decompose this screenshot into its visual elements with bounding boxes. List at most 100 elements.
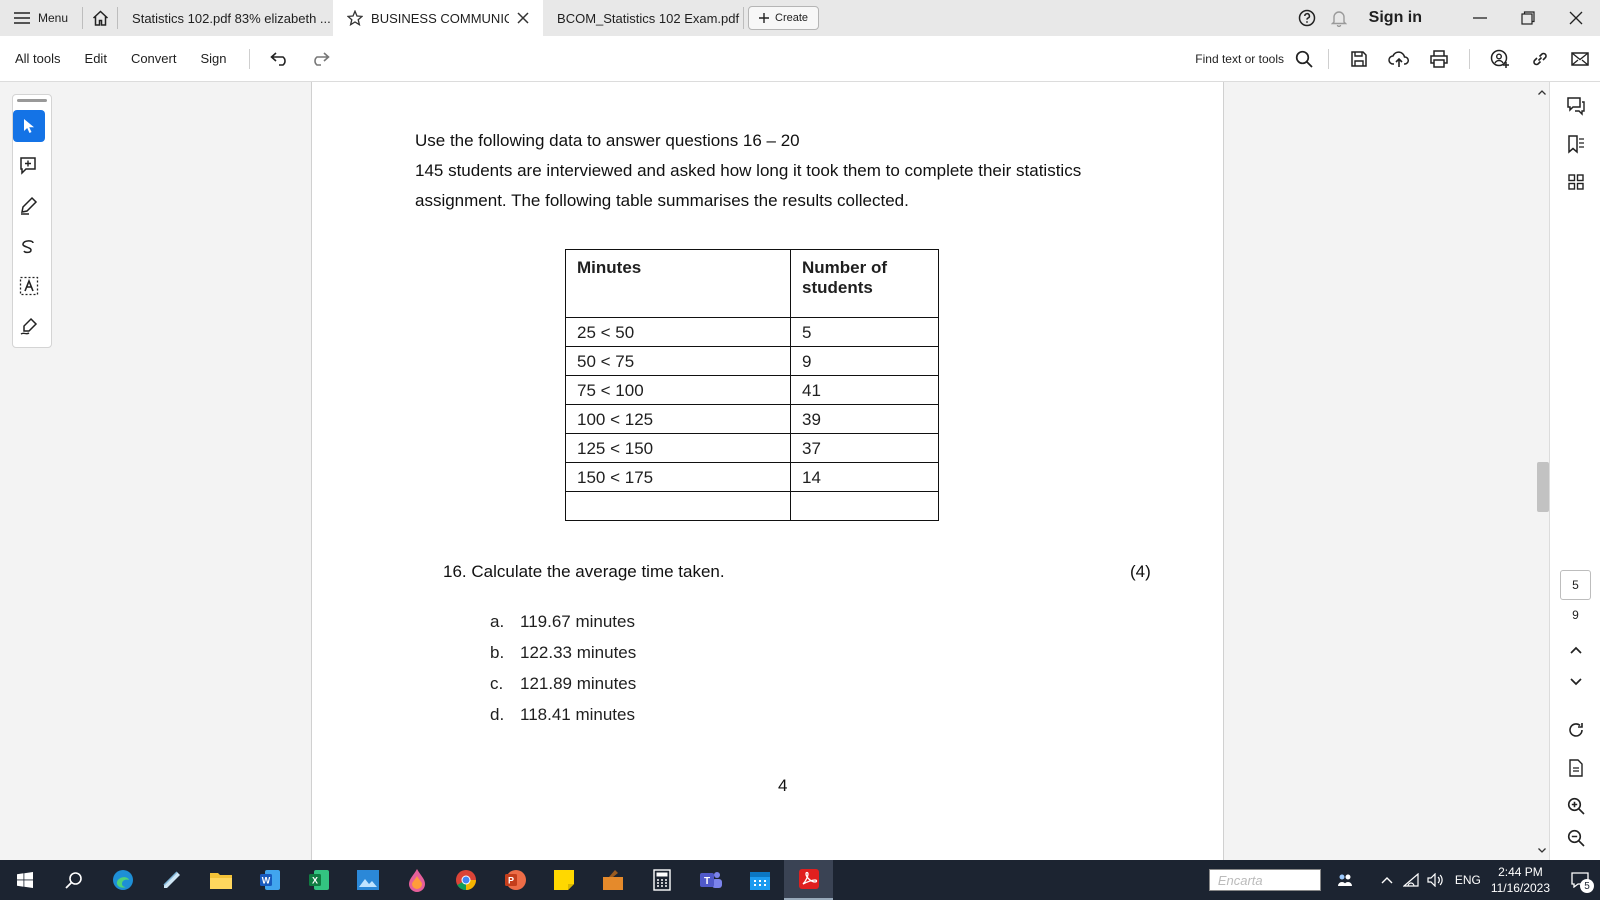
- save-icon[interactable]: [1339, 36, 1379, 82]
- table-row: 150 < 175 14: [565, 462, 939, 492]
- list-item: b. 122.33 minutes: [490, 643, 636, 674]
- table-header-minutes: Minutes: [565, 249, 791, 318]
- svg-text:P: P: [507, 876, 513, 886]
- thumbnails-grid-icon[interactable]: [1550, 166, 1600, 198]
- word-app-icon[interactable]: W: [245, 860, 294, 900]
- email-icon[interactable]: [1560, 36, 1600, 82]
- bookmarks-icon[interactable]: [1550, 128, 1600, 160]
- close-window-icon[interactable]: [1552, 0, 1600, 36]
- table-cell: 9: [790, 346, 939, 376]
- sticky-notes-icon[interactable]: [539, 860, 588, 900]
- calendar-app-icon[interactable]: [735, 860, 784, 900]
- table-cell: 125 < 150: [565, 433, 791, 463]
- people-icon[interactable]: [1333, 860, 1357, 900]
- share-user-icon[interactable]: [1480, 36, 1520, 82]
- svg-text:W: W: [261, 876, 270, 886]
- option-text: 121.89 minutes: [520, 674, 637, 693]
- edge-browser-icon[interactable]: [98, 860, 147, 900]
- chrome-browser-icon[interactable]: [441, 860, 490, 900]
- photos-app-icon[interactable]: [343, 860, 392, 900]
- volume-icon[interactable]: [1423, 860, 1447, 900]
- rotate-icon[interactable]: [1550, 714, 1600, 746]
- close-tab-icon[interactable]: [517, 12, 529, 24]
- tab-label: BUSINESS COMMUNIC...: [371, 10, 510, 26]
- quick-tools-panel: [12, 94, 52, 348]
- print-icon[interactable]: [1419, 36, 1459, 82]
- drag-handle[interactable]: [17, 99, 47, 102]
- text-box-icon[interactable]: [13, 270, 45, 302]
- redo-icon[interactable]: [300, 36, 340, 82]
- file-explorer-icon[interactable]: [196, 860, 245, 900]
- sign-pen-icon[interactable]: [13, 310, 45, 342]
- table-header-row: Minutes Number of students: [565, 249, 939, 318]
- excel-app-icon[interactable]: X: [294, 860, 343, 900]
- sign-menu[interactable]: Sign: [188, 51, 238, 66]
- tab-statistics-102[interactable]: Statistics 102.pdf 83% elizabeth ...: [118, 0, 333, 36]
- paint-app-icon[interactable]: [392, 860, 441, 900]
- option-letter: b.: [490, 643, 505, 662]
- notes-app-icon[interactable]: [147, 860, 196, 900]
- fit-page-icon[interactable]: [1550, 752, 1600, 784]
- minimize-icon[interactable]: [1456, 0, 1504, 36]
- acrobat-app-icon[interactable]: [784, 860, 833, 900]
- zoom-in-icon[interactable]: [1550, 790, 1600, 822]
- tab-business-communication[interactable]: BUSINESS COMMUNIC...: [333, 0, 544, 36]
- select-cursor-icon[interactable]: [13, 110, 45, 142]
- scrollbar-thumb[interactable]: [1537, 462, 1549, 512]
- option-letter: a.: [490, 612, 505, 631]
- home-icon[interactable]: [83, 0, 117, 36]
- highlight-pen-icon[interactable]: [13, 190, 45, 222]
- find-text-label[interactable]: Find text or tools: [1195, 52, 1284, 66]
- powerpoint-app-icon[interactable]: P: [490, 860, 539, 900]
- wifi-icon[interactable]: [1399, 860, 1423, 900]
- table-cell: 100 < 125: [565, 404, 791, 434]
- tools-app-icon[interactable]: [588, 860, 637, 900]
- vertical-scrollbar[interactable]: [1535, 82, 1549, 860]
- taskbar-search-box[interactable]: Encarta: [1208, 869, 1321, 891]
- convert-menu[interactable]: Convert: [119, 51, 189, 66]
- page-number-input[interactable]: 5: [1560, 570, 1591, 600]
- list-item: d. 118.41 minutes: [490, 705, 636, 736]
- search-icon[interactable]: [1290, 36, 1318, 82]
- table-row: 125 < 150 37: [565, 433, 939, 463]
- restore-icon[interactable]: [1504, 0, 1552, 36]
- teams-app-icon[interactable]: T: [686, 860, 735, 900]
- create-label: Create: [775, 12, 809, 24]
- language-indicator[interactable]: ENG: [1455, 873, 1481, 887]
- link-icon[interactable]: [1520, 36, 1560, 82]
- notification-icon[interactable]: 5: [1560, 860, 1600, 900]
- zoom-out-icon[interactable]: [1550, 822, 1600, 854]
- notification-count: 5: [1580, 879, 1594, 893]
- page-total: 9: [1572, 608, 1579, 622]
- table-row: 25 < 50 5: [565, 317, 939, 347]
- scroll-up-icon[interactable]: [1535, 86, 1549, 98]
- previous-page-icon[interactable]: [1550, 634, 1600, 666]
- draw-freehand-icon[interactable]: [13, 230, 45, 262]
- add-comment-icon[interactable]: [13, 150, 45, 182]
- edit-menu[interactable]: Edit: [73, 51, 119, 66]
- help-icon[interactable]: [1291, 0, 1323, 36]
- calculator-icon[interactable]: [637, 860, 686, 900]
- comments-icon[interactable]: [1550, 90, 1600, 122]
- star-icon[interactable]: [347, 10, 364, 26]
- table-cell: 41: [790, 375, 939, 405]
- search-icon[interactable]: [49, 860, 98, 900]
- table-cell: [790, 491, 939, 521]
- upload-cloud-icon[interactable]: [1379, 36, 1419, 82]
- create-button[interactable]: Create: [748, 6, 820, 30]
- menu-button[interactable]: Menu: [0, 0, 82, 36]
- next-page-icon[interactable]: [1550, 666, 1600, 698]
- bell-icon[interactable]: [1323, 0, 1355, 36]
- chevron-up-icon[interactable]: [1375, 860, 1399, 900]
- divider: [743, 7, 745, 29]
- table-cell: 50 < 75: [565, 346, 791, 376]
- tab-bcom-exam[interactable]: BCOM_Statistics 102 Exam.pdf: [543, 0, 743, 36]
- sign-in-button[interactable]: Sign in: [1369, 9, 1422, 27]
- svg-text:X: X: [311, 876, 317, 886]
- scroll-down-icon[interactable]: [1535, 844, 1549, 856]
- system-clock[interactable]: 2:44 PM 11/16/2023: [1491, 864, 1550, 896]
- undo-icon[interactable]: [260, 36, 300, 82]
- all-tools-menu[interactable]: All tools: [0, 51, 73, 66]
- start-windows-icon[interactable]: [0, 860, 49, 900]
- main-toolbar: All tools Edit Convert Sign Find text or…: [0, 36, 1600, 82]
